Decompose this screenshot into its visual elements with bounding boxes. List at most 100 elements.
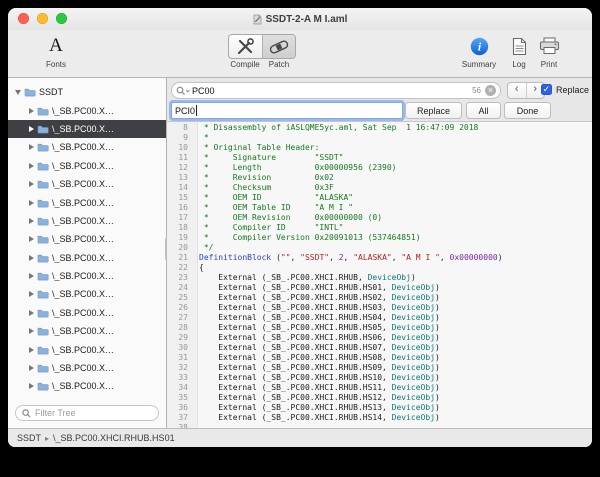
- disclosure-triangle-icon[interactable]: [29, 347, 34, 353]
- disclosure-triangle-icon[interactable]: [29, 181, 34, 187]
- tree-item-label: \_SB.PC00.X…: [52, 234, 114, 244]
- disclosure-triangle-icon[interactable]: [29, 255, 34, 261]
- code-line[interactable]: 18 * Compiler ID "INTL": [167, 223, 592, 233]
- search-icon: [176, 86, 190, 96]
- tree-item[interactable]: \_SB.PC00.X…: [8, 267, 166, 285]
- replace-checkbox[interactable]: Replace: [541, 84, 589, 95]
- disclosure-triangle-icon[interactable]: [29, 328, 34, 334]
- print-button[interactable]: Print: [532, 33, 566, 69]
- disclosure-triangle-icon[interactable]: [29, 218, 34, 224]
- code-line[interactable]: 13 * Revision 0x02: [167, 173, 592, 183]
- compile-button[interactable]: [229, 35, 262, 58]
- line-number: 37: [167, 413, 193, 423]
- code-line[interactable]: 35 External (_SB_.PC00.XHCI.RHUB.HS12, D…: [167, 393, 592, 403]
- tree-item[interactable]: \_SB.PC00.X…: [8, 120, 166, 138]
- disclosure-triangle-icon[interactable]: [29, 163, 34, 169]
- code-line[interactable]: 25 External (_SB_.PC00.XHCI.RHUB.HS02, D…: [167, 293, 592, 303]
- disclosure-triangle-icon[interactable]: [15, 90, 21, 95]
- fonts-label: Fonts: [38, 60, 74, 69]
- code-line[interactable]: 20 */: [167, 243, 592, 253]
- folder-icon: [37, 124, 49, 134]
- disclosure-triangle-icon[interactable]: [29, 236, 34, 242]
- tree-item[interactable]: \_SB.PC00.X…: [8, 101, 166, 119]
- tree-item[interactable]: \_SB.PC00.X…: [8, 285, 166, 303]
- disclosure-triangle-icon[interactable]: [29, 144, 34, 150]
- code-line[interactable]: 32 External (_SB_.PC00.XHCI.RHUB.HS09, D…: [167, 363, 592, 373]
- code-line[interactable]: 19 * Compiler Version 0x20091013 (537464…: [167, 233, 592, 243]
- title-bar[interactable]: SSDT-2-A M I.aml: [8, 8, 592, 30]
- code-line[interactable]: 17 * OEM Revision 0x00000000 (0): [167, 213, 592, 223]
- code-line[interactable]: 28 External (_SB_.PC00.XHCI.RHUB.HS05, D…: [167, 323, 592, 333]
- code-line[interactable]: 31 External (_SB_.PC00.XHCI.RHUB.HS08, D…: [167, 353, 592, 363]
- tree-item[interactable]: \_SB.PC00.X…: [8, 304, 166, 322]
- code-line[interactable]: 27 External (_SB_.PC00.XHCI.RHUB.HS04, D…: [167, 313, 592, 323]
- tree-item[interactable]: \_SB.PC00.X…: [8, 359, 166, 377]
- folder-icon: [37, 308, 49, 318]
- code-line[interactable]: 37 External (_SB_.PC00.XHCI.RHUB.HS14, D…: [167, 413, 592, 423]
- replace-input[interactable]: PCI0: [171, 102, 403, 119]
- disclosure-triangle-icon[interactable]: [29, 383, 34, 389]
- code-line[interactable]: 24 External (_SB_.PC00.XHCI.RHUB.HS01, D…: [167, 283, 592, 293]
- tree-item-label: \_SB.PC00.X…: [52, 106, 114, 116]
- replace-button[interactable]: Replace: [405, 102, 462, 119]
- code-line[interactable]: 10 * Original Table Header:: [167, 143, 592, 153]
- code-line[interactable]: 9 *: [167, 133, 592, 143]
- breadcrumb-root[interactable]: SSDT: [17, 433, 41, 443]
- code-line[interactable]: 16 * OEM Table ID "A M I ": [167, 203, 592, 213]
- find-previous-button[interactable]: ‹: [508, 83, 526, 98]
- code-line[interactable]: 15 * OEM ID "ALASKA": [167, 193, 592, 203]
- code-line[interactable]: 8 * Disassembly of iASLQME5yc.aml, Sat S…: [167, 123, 592, 133]
- tree-item[interactable]: \_SB.PC00.X…: [8, 193, 166, 211]
- tree-item[interactable]: \_SB.PC00.X…: [8, 157, 166, 175]
- tree-item[interactable]: \_SB.PC00.X…: [8, 212, 166, 230]
- code-line[interactable]: 21DefinitionBlock ("", "SSDT", 2, "ALASK…: [167, 253, 592, 263]
- line-number: 16: [167, 203, 193, 213]
- code-line[interactable]: 14 * Checksum 0x3F: [167, 183, 592, 193]
- tree-item[interactable]: \_SB.PC00.X…: [8, 138, 166, 156]
- line-number: 20: [167, 243, 193, 253]
- code-line[interactable]: 11 * Signature "SSDT": [167, 153, 592, 163]
- tree-item[interactable]: \_SB.PC00.X…: [8, 340, 166, 358]
- code-line[interactable]: 12 * Length 0x00000956 (2390): [167, 163, 592, 173]
- replace-checkbox-label: Replace: [556, 85, 589, 95]
- code-line[interactable]: 22{: [167, 263, 592, 273]
- disclosure-triangle-icon[interactable]: [29, 108, 34, 114]
- replace-all-button[interactable]: All: [466, 102, 501, 119]
- tree-item-label: \_SB.PC00.X…: [52, 363, 114, 373]
- code-text: * Original Table Header:: [193, 143, 319, 153]
- status-bar: SSDT ▸ \_SB.PC00.XHCI.RHUB.HS01: [8, 428, 592, 447]
- disclosure-triangle-icon[interactable]: [29, 310, 34, 316]
- search-input[interactable]: PC00 56: [171, 82, 501, 99]
- disclosure-triangle-icon[interactable]: [29, 365, 34, 371]
- disclosure-triangle-icon[interactable]: [29, 200, 34, 206]
- log-button[interactable]: Log: [504, 33, 534, 69]
- clear-search-icon[interactable]: [485, 85, 496, 96]
- fonts-button[interactable]: A Fonts: [38, 33, 74, 69]
- code-text: * OEM Table ID "A M I ": [193, 203, 353, 213]
- tree-item[interactable]: \_SB.PC00.X…: [8, 249, 166, 267]
- breadcrumb-path[interactable]: \_SB.PC00.XHCI.RHUB.HS01: [53, 433, 175, 443]
- line-number: 24: [167, 283, 193, 293]
- text-caret: [196, 105, 197, 116]
- patch-button[interactable]: [262, 35, 296, 58]
- summary-button[interactable]: i Summary: [459, 33, 499, 69]
- disclosure-triangle-icon[interactable]: [29, 291, 34, 297]
- tree-item[interactable]: \_SB.PC00.X…: [8, 230, 166, 248]
- code-line[interactable]: 33 External (_SB_.PC00.XHCI.RHUB.HS10, D…: [167, 373, 592, 383]
- code-text: {: [193, 263, 204, 273]
- code-line[interactable]: 34 External (_SB_.PC00.XHCI.RHUB.HS11, D…: [167, 383, 592, 393]
- done-button[interactable]: Done: [504, 102, 551, 119]
- code-editor[interactable]: 8 * Disassembly of iASLQME5yc.aml, Sat S…: [167, 122, 592, 428]
- tree-item[interactable]: \_SB.PC00.X…: [8, 322, 166, 340]
- code-line[interactable]: 29 External (_SB_.PC00.XHCI.RHUB.HS06, D…: [167, 333, 592, 343]
- tree-item[interactable]: \_SB.PC00.X…: [8, 175, 166, 193]
- tree-root-row[interactable]: SSDT: [8, 83, 166, 101]
- disclosure-triangle-icon[interactable]: [29, 273, 34, 279]
- code-line[interactable]: 36 External (_SB_.PC00.XHCI.RHUB.HS13, D…: [167, 403, 592, 413]
- filter-tree-field[interactable]: Filter Tree: [15, 405, 159, 421]
- code-line[interactable]: 30 External (_SB_.PC00.XHCI.RHUB.HS07, D…: [167, 343, 592, 353]
- disclosure-triangle-icon[interactable]: [29, 126, 34, 132]
- tree-item[interactable]: \_SB.PC00.X…: [8, 377, 166, 395]
- code-line[interactable]: 23 External (_SB_.PC00.XHCI.RHUB, Device…: [167, 273, 592, 283]
- code-line[interactable]: 26 External (_SB_.PC00.XHCI.RHUB.HS03, D…: [167, 303, 592, 313]
